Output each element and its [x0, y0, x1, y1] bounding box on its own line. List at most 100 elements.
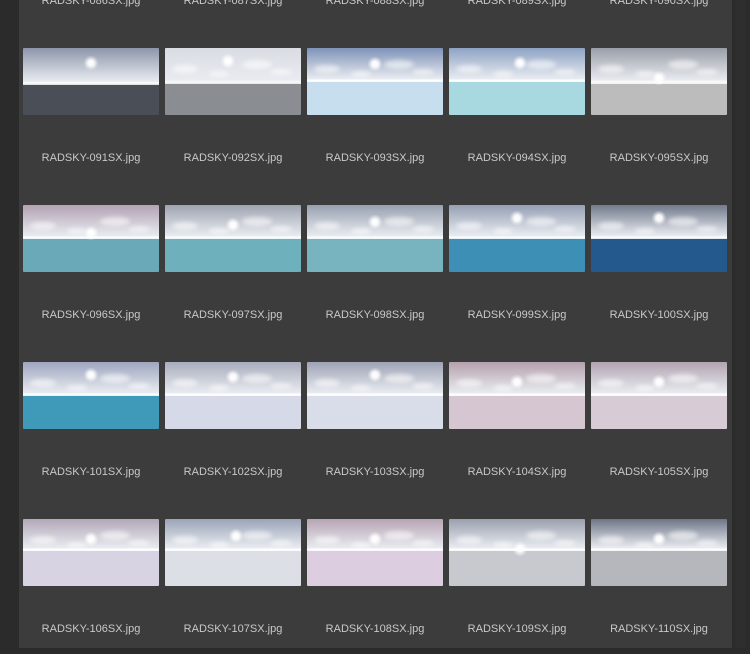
thumbnail-item[interactable]: RADSKY-110SX.jpg — [591, 519, 727, 648]
thumbnail-image[interactable] — [307, 519, 443, 586]
cloud — [100, 217, 130, 226]
thumbnail-filename: RADSKY-093SX.jpg — [325, 152, 425, 164]
thumbnail-image[interactable] — [591, 362, 727, 429]
thumbnail-filename: RADSKY-086SX.jpg — [41, 0, 141, 7]
thumbnail-image[interactable] — [23, 519, 159, 586]
cloud — [696, 383, 718, 389]
cloud — [598, 65, 624, 73]
thumbnail-filename: RADSKY-087SX.jpg — [183, 0, 283, 7]
cloud — [456, 222, 482, 230]
sun-glow — [368, 532, 382, 546]
thumbnail-item[interactable]: RADSKY-096SX.jpg — [23, 205, 159, 362]
thumbnail-image[interactable] — [307, 205, 443, 272]
thumbnail-item[interactable]: RADSKY-103SX.jpg — [307, 362, 443, 519]
sun-glow — [84, 56, 98, 70]
thumbnail-item[interactable]: RADSKY-094SX.jpg — [449, 48, 585, 205]
thumbnail-item[interactable]: RADSKY-099SX.jpg — [449, 205, 585, 362]
thumbnail-image[interactable] — [165, 205, 301, 272]
thumbnail-item[interactable]: RADSKY-093SX.jpg — [307, 48, 443, 205]
cloud — [209, 542, 229, 548]
cloud — [242, 374, 272, 383]
thumbnail-item[interactable]: RADSKY-106SX.jpg — [23, 519, 159, 648]
thumbnail-image[interactable] — [591, 48, 727, 115]
thumbnail-item[interactable]: RADSKY-105SX.jpg — [591, 362, 727, 519]
cloud — [493, 228, 513, 234]
sun-glow — [84, 532, 98, 546]
thumbnail-item[interactable]: RADSKY-087SX.jpg — [165, 0, 301, 48]
thumbnail-item[interactable]: RADSKY-095SX.jpg — [591, 48, 727, 205]
thumbnail-item[interactable]: RADSKY-090SX.jpg — [591, 0, 727, 48]
cloud — [493, 71, 513, 77]
thumbnail-filename: RADSKY-101SX.jpg — [41, 466, 141, 478]
horizon-line — [23, 394, 159, 396]
cloud — [456, 65, 482, 73]
thumbnail-image[interactable] — [307, 48, 443, 115]
sun-glow — [510, 375, 524, 389]
horizon-line — [307, 549, 443, 551]
cloud — [668, 374, 698, 383]
cloud — [384, 374, 414, 383]
thumbnail-grid: RADSKY-086SX.jpg RADSKY-087SX.jpg RADSKY-0… — [23, 0, 729, 648]
cloud — [209, 228, 229, 234]
horizon-line — [23, 83, 159, 85]
thumbnail-item[interactable]: RADSKY-092SX.jpg — [165, 48, 301, 205]
cloud — [554, 540, 576, 546]
thumbnail-item[interactable]: RADSKY-107SX.jpg — [165, 519, 301, 648]
thumbnail-image[interactable] — [23, 48, 159, 115]
thumbnail-item[interactable]: RADSKY-100SX.jpg — [591, 205, 727, 362]
cloud — [412, 69, 434, 75]
thumbnail-row: RADSKY-106SX.jpg RADSKY-107SX.jpg RADSKY-1… — [23, 519, 729, 648]
thumbnail-item[interactable]: RADSKY-097SX.jpg — [165, 205, 301, 362]
thumbnail-filename: RADSKY-110SX.jpg — [610, 623, 708, 635]
sun-glow — [652, 532, 666, 546]
cloud — [172, 65, 198, 73]
cloud — [128, 383, 150, 389]
thumbnail-filename: RADSKY-088SX.jpg — [325, 0, 425, 7]
thumbnail-filename: RADSKY-105SX.jpg — [609, 466, 709, 478]
horizon-line — [591, 237, 727, 239]
thumbnail-image[interactable] — [449, 362, 585, 429]
thumbnail-item[interactable]: RADSKY-109SX.jpg — [449, 519, 585, 648]
thumbnail-image[interactable] — [591, 519, 727, 586]
thumbnail-image[interactable] — [307, 362, 443, 429]
thumbnail-filename: RADSKY-092SX.jpg — [183, 152, 283, 164]
thumbnail-filename: RADSKY-107SX.jpg — [183, 623, 283, 635]
cloud — [526, 374, 556, 383]
thumbnail-filename: RADSKY-095SX.jpg — [609, 152, 709, 164]
thumbnail-item[interactable]: RADSKY-086SX.jpg — [23, 0, 159, 48]
cloud — [172, 536, 198, 544]
thumbnail-item[interactable]: RADSKY-101SX.jpg — [23, 362, 159, 519]
thumbnail-item[interactable]: RADSKY-091SX.jpg — [23, 48, 159, 205]
vertical-scrollbar[interactable] — [735, 0, 746, 648]
cloud — [456, 379, 482, 387]
cloud — [526, 531, 556, 540]
thumbnail-item[interactable]: RADSKY-089SX.jpg — [449, 0, 585, 48]
thumbnail-image[interactable] — [23, 362, 159, 429]
thumbnail-image[interactable] — [449, 205, 585, 272]
thumbnail-item[interactable]: RADSKY-104SX.jpg — [449, 362, 585, 519]
cloud — [270, 226, 292, 232]
cloud — [100, 531, 130, 540]
cloud — [554, 226, 576, 232]
thumbnail-filename: RADSKY-106SX.jpg — [41, 623, 141, 635]
sun-glow — [368, 215, 382, 229]
thumbnail-image[interactable] — [449, 519, 585, 586]
thumbnail-filename: RADSKY-094SX.jpg — [467, 152, 567, 164]
image-browser-panel[interactable]: RADSKY-086SX.jpg RADSKY-087SX.jpg RADSKY-0… — [19, 0, 732, 648]
thumbnail-image[interactable] — [23, 205, 159, 272]
thumbnail-item[interactable]: RADSKY-102SX.jpg — [165, 362, 301, 519]
cloud — [172, 379, 198, 387]
thumbnail-image[interactable] — [591, 205, 727, 272]
thumbnail-image[interactable] — [449, 48, 585, 115]
cloud — [30, 536, 56, 544]
thumbnail-item[interactable]: RADSKY-108SX.jpg — [307, 519, 443, 648]
thumbnail-filename: RADSKY-108SX.jpg — [325, 623, 425, 635]
thumbnail-item[interactable]: RADSKY-098SX.jpg — [307, 205, 443, 362]
cloud — [172, 222, 198, 230]
thumbnail-image[interactable] — [165, 362, 301, 429]
sun-glow — [652, 211, 666, 225]
thumbnail-item[interactable]: RADSKY-088SX.jpg — [307, 0, 443, 48]
thumbnail-image[interactable] — [165, 48, 301, 115]
cloud — [270, 383, 292, 389]
thumbnail-image[interactable] — [165, 519, 301, 586]
